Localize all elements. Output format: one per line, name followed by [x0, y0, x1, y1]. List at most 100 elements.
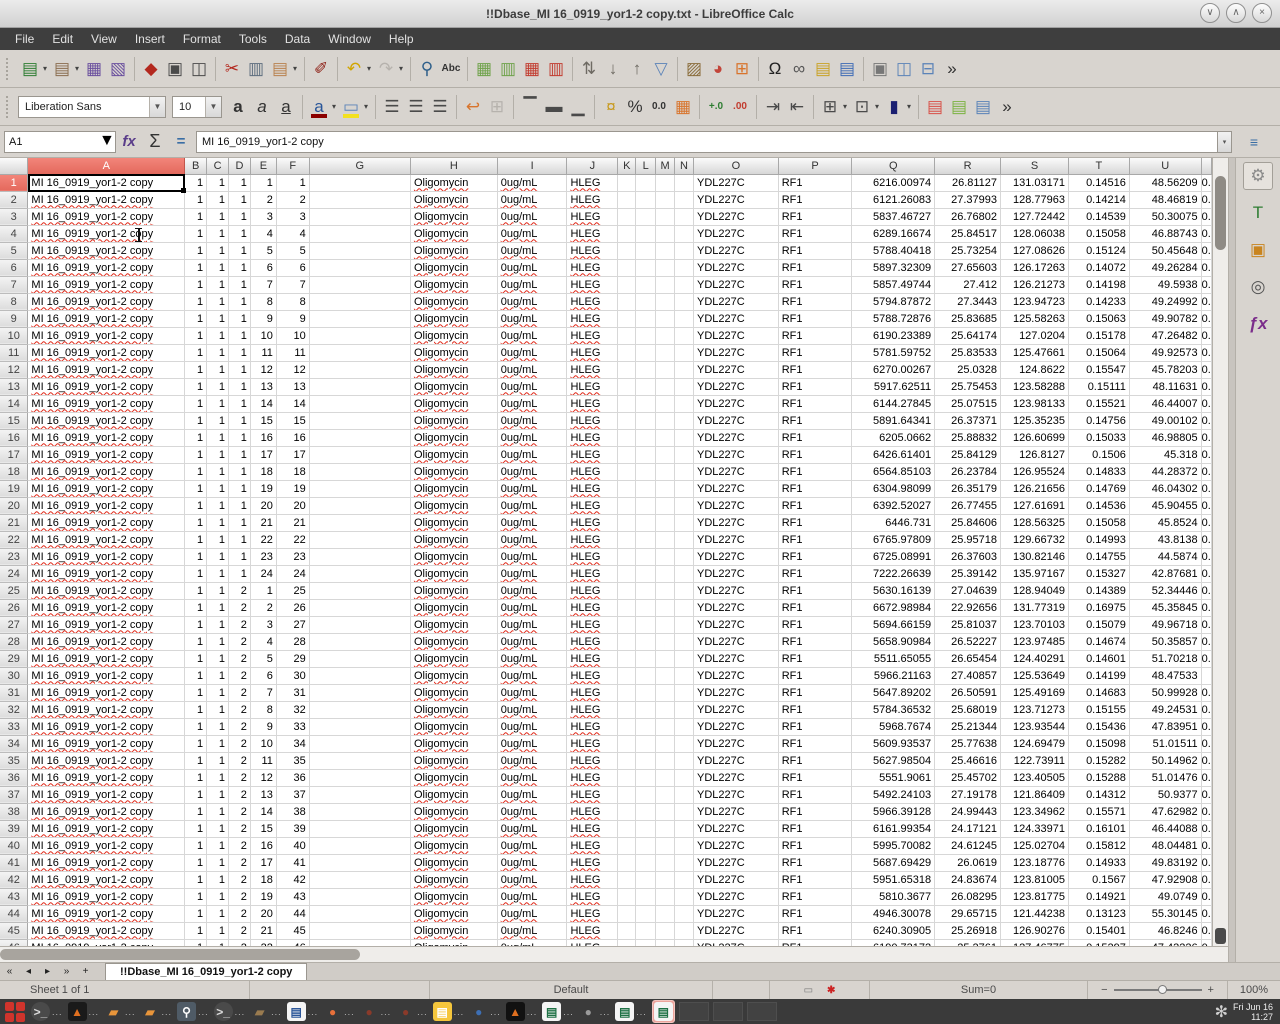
cell-A28[interactable]: MI 16_0919_yor1-2 copy: [28, 633, 185, 650]
cell-S8[interactable]: 123.94723: [1001, 293, 1069, 310]
row-header-11[interactable]: 11: [0, 344, 28, 361]
cell-D10[interactable]: 1: [229, 327, 251, 344]
cell-C43[interactable]: 1: [207, 888, 229, 905]
cell-Q29[interactable]: 5511.65055: [852, 650, 935, 667]
cell-U10[interactable]: 47.26482: [1129, 327, 1201, 344]
cell-S30[interactable]: 125.53649: [1001, 667, 1069, 684]
cell-Q32[interactable]: 5784.36532: [852, 701, 935, 718]
row-header-28[interactable]: 28: [0, 633, 28, 650]
cell-J4[interactable]: HLEG: [567, 225, 618, 242]
cell-T32[interactable]: 0.15155: [1068, 701, 1129, 718]
cell-B31[interactable]: 1: [185, 684, 207, 701]
cell-D42[interactable]: 2: [229, 871, 251, 888]
cell-K36[interactable]: [618, 769, 636, 786]
cell-partial-17[interactable]: 0.: [1201, 446, 1211, 463]
next-sheet-button[interactable]: ▸: [38, 963, 57, 980]
cell-K15[interactable]: [618, 412, 636, 429]
cell-A23[interactable]: MI 16_0919_yor1-2 copy: [28, 548, 185, 565]
cell-D14[interactable]: 1: [229, 395, 251, 412]
cell-K30[interactable]: [618, 667, 636, 684]
cell-partial-35[interactable]: 0.: [1201, 752, 1211, 769]
cell-L8[interactable]: [636, 293, 656, 310]
cell-U18[interactable]: 44.28372: [1129, 463, 1201, 480]
cell-E9[interactable]: 9: [250, 310, 276, 327]
formula-icon[interactable]: =: [168, 133, 194, 150]
cell-E13[interactable]: 13: [250, 378, 276, 395]
cell-S9[interactable]: 125.58263: [1001, 310, 1069, 327]
cell-R21[interactable]: 25.84606: [935, 514, 1001, 531]
cell-U32[interactable]: 49.24531: [1129, 701, 1201, 718]
cell-R35[interactable]: 25.46616: [935, 752, 1001, 769]
cell-C42[interactable]: 1: [207, 871, 229, 888]
cell-C7[interactable]: 1: [207, 276, 229, 293]
cell-partial-26[interactable]: 0.: [1201, 599, 1211, 616]
cell-R32[interactable]: 25.68019: [935, 701, 1001, 718]
cell-L12[interactable]: [636, 361, 656, 378]
paste-dropdown-icon[interactable]: ▾: [290, 64, 300, 73]
cell-U3[interactable]: 50.30075: [1129, 208, 1201, 225]
cell-T26[interactable]: 0.16975: [1068, 599, 1129, 616]
cell-G6[interactable]: [309, 259, 410, 276]
cell-D27[interactable]: 2: [229, 616, 251, 633]
insert-column-icon[interactable]: ▥: [496, 56, 520, 82]
cell-T1[interactable]: 0.14516: [1068, 174, 1129, 191]
cell-M34[interactable]: [656, 735, 675, 752]
cell-N29[interactable]: [675, 650, 694, 667]
cell-E46[interactable]: 22: [250, 939, 276, 946]
cell-K38[interactable]: [618, 803, 636, 820]
cell-I12[interactable]: 0ug/mL: [497, 361, 567, 378]
cell-T22[interactable]: 0.14993: [1068, 531, 1129, 548]
cell-F34[interactable]: 34: [276, 735, 309, 752]
column-header-J[interactable]: J: [567, 158, 618, 174]
cell-D29[interactable]: 2: [229, 650, 251, 667]
cell-L36[interactable]: [636, 769, 656, 786]
cell-N10[interactable]: [675, 327, 694, 344]
cell-T3[interactable]: 0.14539: [1068, 208, 1129, 225]
cell-U39[interactable]: 46.44088: [1129, 820, 1201, 837]
cell-R44[interactable]: 29.65715: [935, 905, 1001, 922]
cell-J10[interactable]: HLEG: [567, 327, 618, 344]
cell-F15[interactable]: 15: [276, 412, 309, 429]
cell-I38[interactable]: 0ug/mL: [497, 803, 567, 820]
cell-partial-44[interactable]: 0.: [1201, 905, 1211, 922]
cell-partial-41[interactable]: 0.: [1201, 854, 1211, 871]
cell-F12[interactable]: 12: [276, 361, 309, 378]
cell-M18[interactable]: [656, 463, 675, 480]
cell-Q1[interactable]: 6216.00974: [852, 174, 935, 191]
border-color-dropdown-icon[interactable]: ▾: [904, 102, 914, 111]
cell-J12[interactable]: HLEG: [567, 361, 618, 378]
column-header-N[interactable]: N: [675, 158, 694, 174]
cell-E28[interactable]: 4: [250, 633, 276, 650]
cell-G10[interactable]: [309, 327, 410, 344]
cell-F38[interactable]: 38: [276, 803, 309, 820]
cell-S33[interactable]: 123.93544: [1001, 718, 1069, 735]
cell-T12[interactable]: 0.15547: [1068, 361, 1129, 378]
save-icon[interactable]: ▦: [82, 56, 106, 82]
cell-N13[interactable]: [675, 378, 694, 395]
cell-P35[interactable]: RF1: [778, 752, 852, 769]
cell-P11[interactable]: RF1: [778, 344, 852, 361]
cell-S15[interactable]: 125.35235: [1001, 412, 1069, 429]
taskbar-calc-icon[interactable]: ▤: [542, 1002, 561, 1021]
row-header-4[interactable]: 4: [0, 225, 28, 242]
bold-icon[interactable]: a: [226, 94, 250, 120]
row-header-23[interactable]: 23: [0, 548, 28, 565]
cell-U30[interactable]: 48.47533: [1129, 667, 1201, 684]
close-button[interactable]: ×: [1252, 3, 1272, 23]
cell-N2[interactable]: [675, 191, 694, 208]
cell-M45[interactable]: [656, 922, 675, 939]
cell-Q7[interactable]: 5857.49744: [852, 276, 935, 293]
cell-D18[interactable]: 1: [229, 463, 251, 480]
cell-P24[interactable]: RF1: [778, 565, 852, 582]
row-header-15[interactable]: 15: [0, 412, 28, 429]
taskbar-libreoffice-start-icon[interactable]: ▤: [433, 1002, 452, 1021]
cell-T45[interactable]: 0.15401: [1068, 922, 1129, 939]
cell-R10[interactable]: 25.64174: [935, 327, 1001, 344]
cell-Q31[interactable]: 5647.89202: [852, 684, 935, 701]
cell-E15[interactable]: 15: [250, 412, 276, 429]
delete-column-icon[interactable]: ▥: [544, 56, 568, 82]
cell-F22[interactable]: 22: [276, 531, 309, 548]
cell-H45[interactable]: Oligomycin: [410, 922, 497, 939]
cell-J29[interactable]: HLEG: [567, 650, 618, 667]
cell-I33[interactable]: 0ug/mL: [497, 718, 567, 735]
